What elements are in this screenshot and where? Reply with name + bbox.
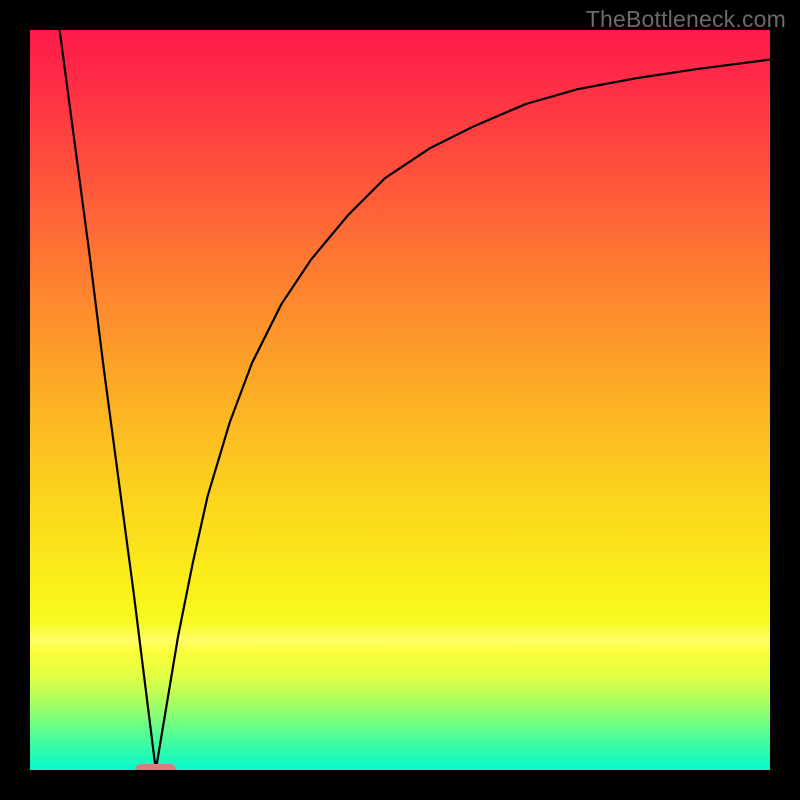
chart-frame: TheBottleneck.com: [0, 0, 800, 800]
watermark-text: TheBottleneck.com: [586, 6, 786, 33]
bottleneck-curve: [30, 30, 770, 770]
plot-area: [30, 30, 770, 770]
optimal-marker: [135, 764, 176, 770]
